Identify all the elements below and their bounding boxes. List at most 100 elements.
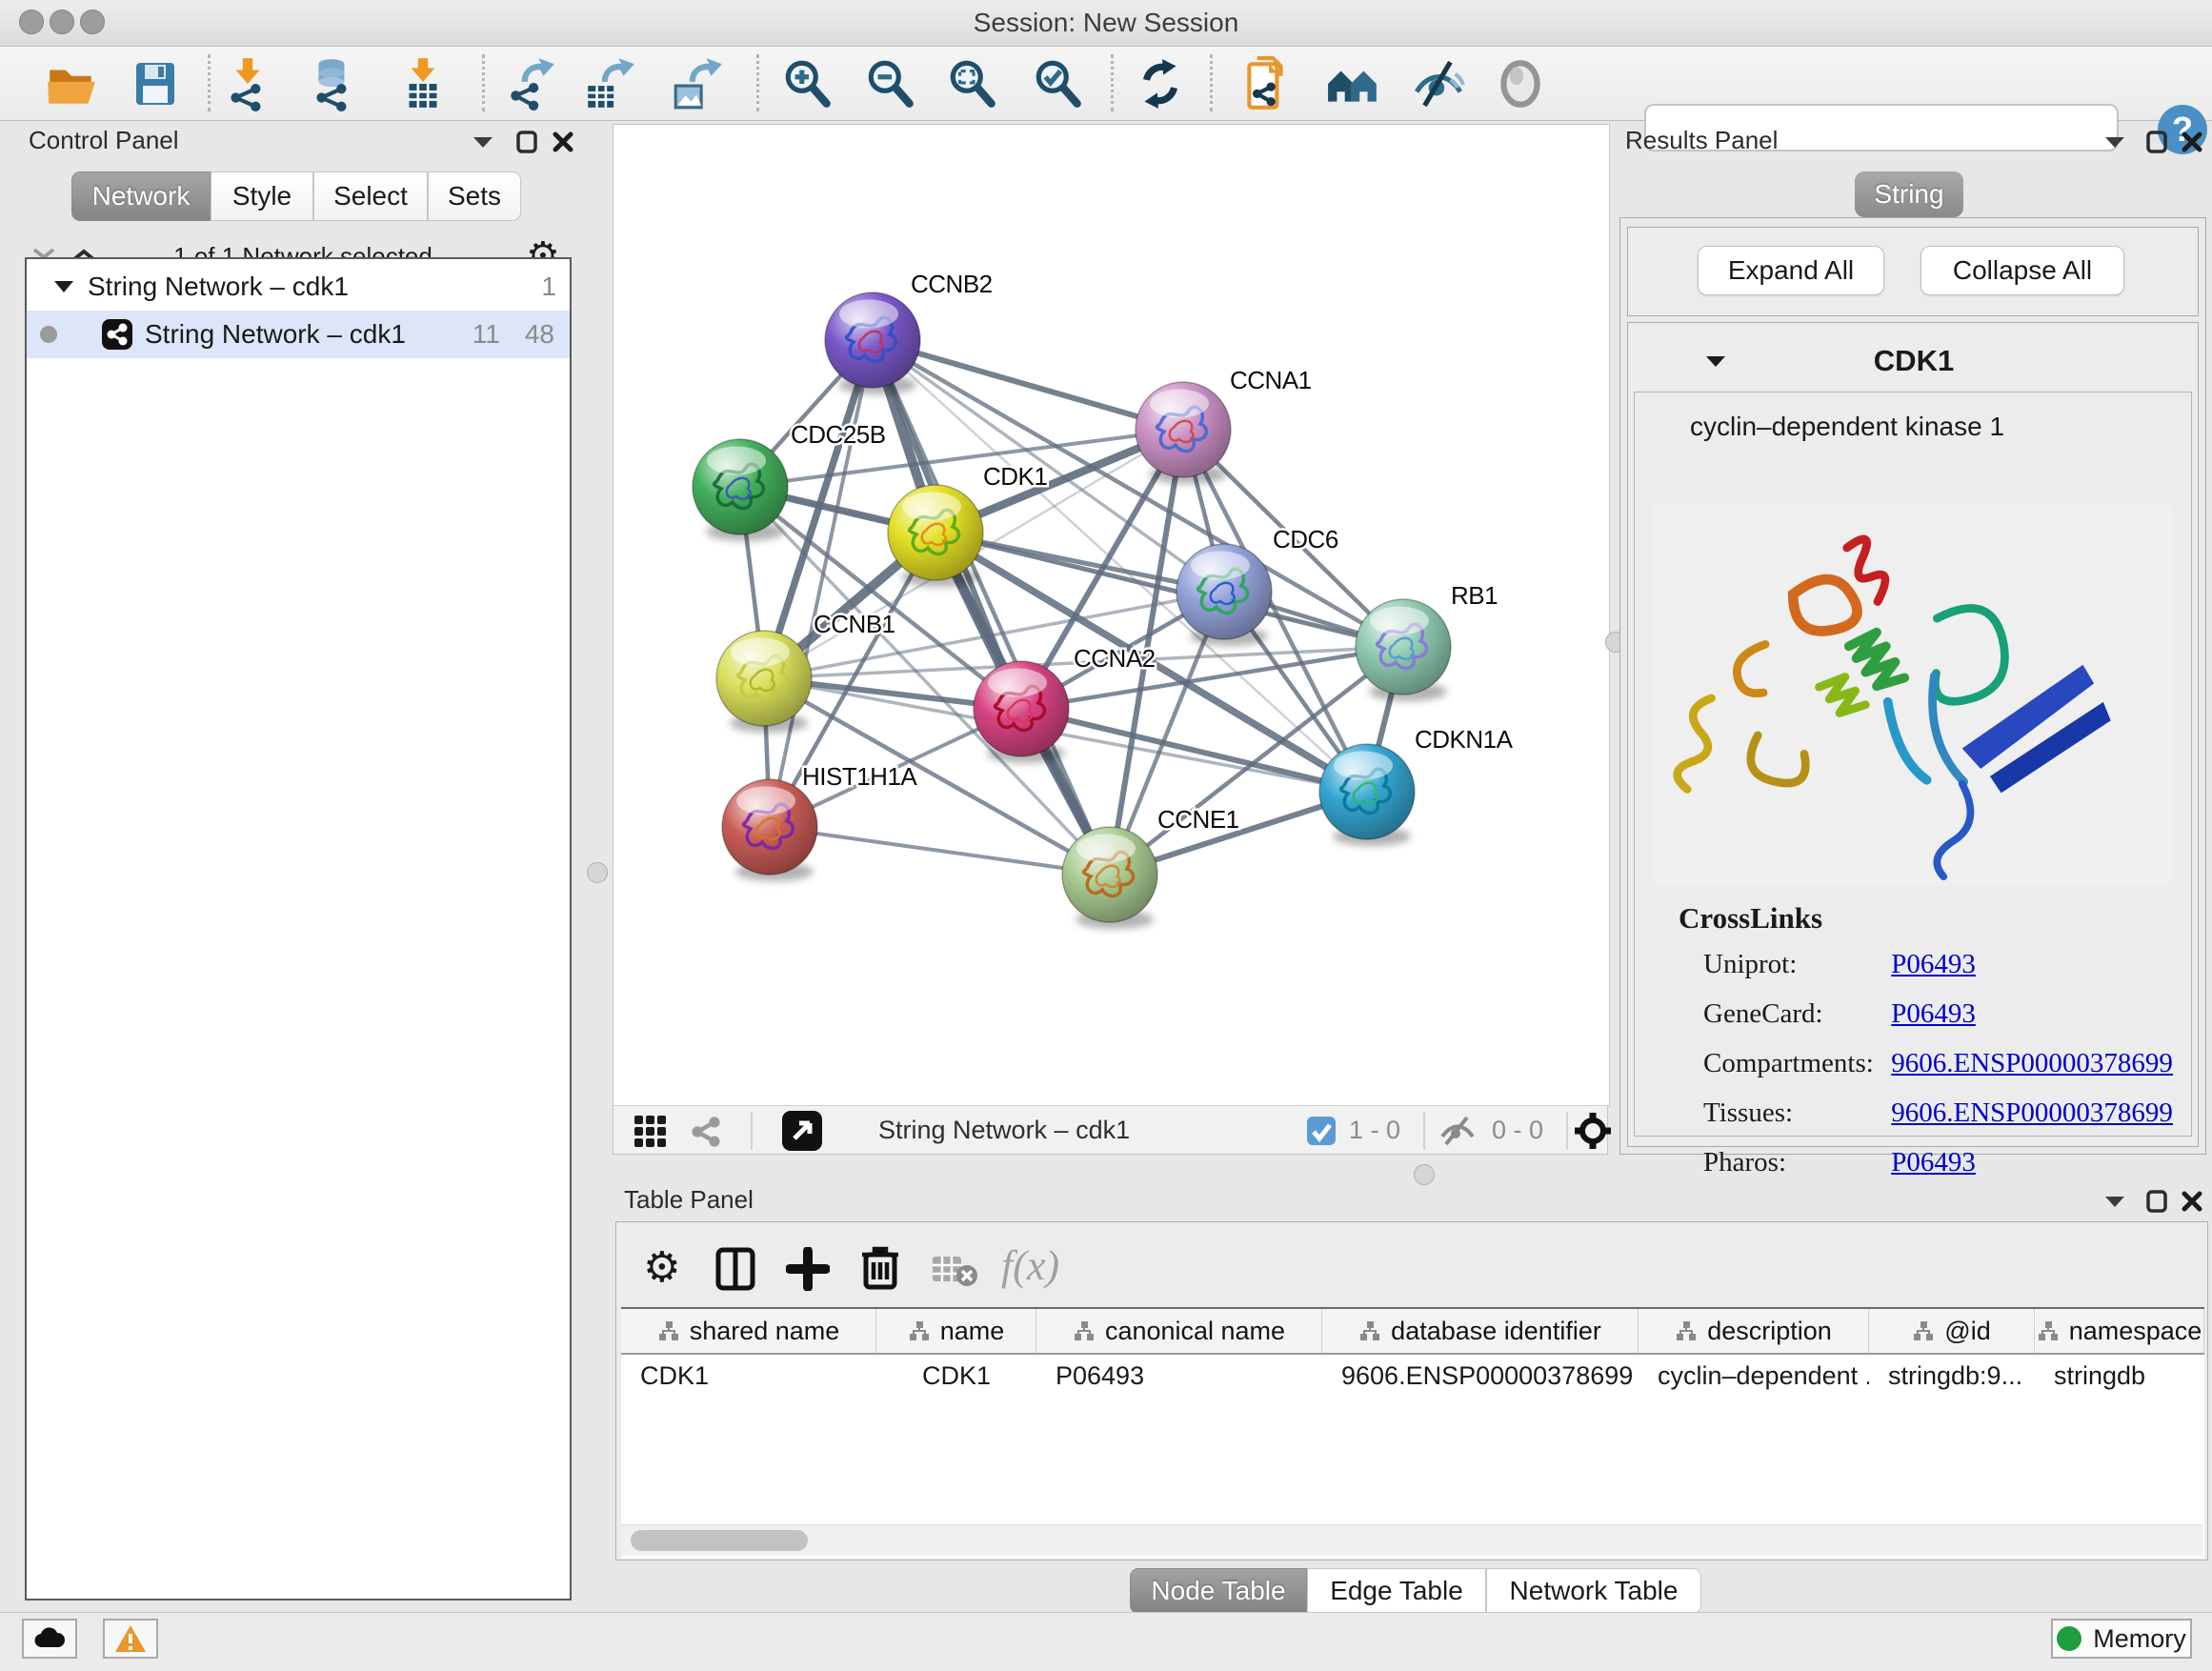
main-toolbar: ? <box>0 47 2212 121</box>
cell-shared-name[interactable]: CDK1 <box>621 1355 876 1397</box>
collapse-all-button[interactable]: Collapse All <box>1920 246 2124 295</box>
crosslink-link[interactable]: P06493 <box>1891 1147 1976 1178</box>
edge-HIST1H1A-CCNE1[interactable] <box>770 827 1110 875</box>
cloud-icon <box>32 1626 67 1651</box>
table-options-gear-icon[interactable]: ⚙ <box>643 1243 680 1292</box>
crosslink-row: Tissues: 9606.ENSP00000378699 <box>1703 1097 2173 1129</box>
network-row[interactable]: String Network – cdk1 11 48 <box>27 311 570 358</box>
tab-select[interactable]: Select <box>313 171 428 221</box>
delete-table-icon[interactable] <box>931 1253 978 1287</box>
zoom-fit-button[interactable] <box>936 54 1009 113</box>
refresh-button[interactable] <box>1124 54 1196 113</box>
birds-eye-view-button[interactable] <box>781 1110 823 1157</box>
crosshair-icon[interactable] <box>1574 1112 1612 1150</box>
cloud-status-button[interactable] <box>22 1619 77 1659</box>
tab-network-table[interactable]: Network Table <box>1486 1568 1701 1614</box>
expand-all-button[interactable]: Expand All <box>1698 246 1884 295</box>
crosslink-link[interactable]: P06493 <box>1891 998 1976 1029</box>
import-network-from-database-button[interactable] <box>297 54 370 113</box>
bottom-splitter-handle[interactable] <box>1414 1164 1435 1185</box>
column-header-namespace[interactable]: namespace <box>2035 1309 2204 1353</box>
node-label-CCNA2: CCNA2 <box>1074 644 1156 673</box>
network-canvas[interactable]: CCNB2CCNA1CDC25BCDK1CDC6RB1CCNB1CCNA2CDK… <box>613 124 1610 1107</box>
add-column-icon[interactable] <box>786 1247 830 1291</box>
function-builder-button[interactable]: f(x) <box>1001 1241 1059 1290</box>
column-header-description[interactable]: description <box>1639 1309 1869 1353</box>
table-panel-float-icon[interactable] <box>2141 1187 2173 1216</box>
tab-network[interactable]: Network <box>71 171 211 221</box>
edge-CCNB2-CCNA1[interactable] <box>873 340 1183 430</box>
node-CCNA1[interactable] <box>1136 382 1231 484</box>
import-network-icon <box>220 56 275 111</box>
network-share-icon[interactable] <box>688 1114 724 1150</box>
warning-status-button[interactable] <box>103 1619 158 1659</box>
zoom-selected-button[interactable] <box>1022 54 1095 113</box>
open-session-button[interactable] <box>35 54 108 113</box>
edge-CCNB2-CCNE1[interactable] <box>873 340 1110 875</box>
cell-database-identifier[interactable]: 9606.ENSP00000378699 <box>1322 1355 1639 1397</box>
network-graph[interactable]: CCNB2CCNA1CDC25BCDK1CDC6RB1CCNB1CCNA2CDK… <box>613 125 1609 1106</box>
show-columns-icon[interactable] <box>715 1247 755 1291</box>
edge-CCNB2-HIST1H1A[interactable] <box>770 340 873 827</box>
column-header-name[interactable]: name <box>876 1309 1036 1353</box>
column-header-canonical-name[interactable]: canonical name <box>1036 1309 1322 1353</box>
hidden-eye-icon[interactable] <box>1438 1116 1477 1146</box>
results-panel-collapse-icon[interactable] <box>2099 128 2131 156</box>
node-CDC25B[interactable] <box>693 439 788 541</box>
column-header--id[interactable]: @id <box>1869 1309 2035 1353</box>
crosslink-link[interactable]: P06493 <box>1891 949 1976 979</box>
node-CDKN1A[interactable] <box>1319 744 1415 846</box>
control-panel-collapse-icon[interactable] <box>467 128 499 156</box>
crosslink-link[interactable]: 9606.ENSP00000378699 <box>1891 1048 2173 1078</box>
memory-button[interactable]: Memory <box>2051 1619 2192 1659</box>
node-CDK1[interactable] <box>888 485 983 587</box>
table-row[interactable]: CDK1CDK1P064939606.ENSP00000378699cyclin… <box>621 1355 2204 1397</box>
node-RB1[interactable] <box>1356 599 1451 701</box>
table-panel-close-icon[interactable] <box>2176 1187 2208 1216</box>
save-session-button[interactable] <box>119 54 191 113</box>
application-window: Session: New Session <box>0 0 2212 1671</box>
import-network-from-file-button[interactable] <box>211 54 284 113</box>
horizontal-scrollbar[interactable] <box>621 1524 2202 1556</box>
crosslink-link[interactable]: 9606.ENSP00000378699 <box>1891 1097 2173 1128</box>
cell-name[interactable]: CDK1 <box>876 1355 1036 1397</box>
export-image-button[interactable] <box>661 54 734 113</box>
scrollbar-thumb[interactable] <box>631 1530 808 1551</box>
column-header-database-identifier[interactable]: database identifier <box>1322 1309 1639 1353</box>
tab-node-table[interactable]: Node Table <box>1130 1568 1307 1614</box>
results-panel-float-icon[interactable] <box>2141 128 2173 156</box>
grid-view-icon[interactable] <box>633 1114 669 1150</box>
export-network-button[interactable] <box>495 54 568 113</box>
import-table-from-file-button[interactable] <box>387 54 459 113</box>
first-neighbors-button[interactable] <box>1317 54 1389 113</box>
show-all-button[interactable] <box>1484 54 1557 113</box>
selected-checkbox-icon[interactable] <box>1306 1116 1337 1146</box>
column-header-shared-name[interactable]: shared name <box>621 1309 876 1353</box>
control-panel-close-icon[interactable] <box>547 128 579 156</box>
import-database-icon <box>306 56 361 111</box>
node-CCNB1[interactable] <box>716 631 812 733</box>
node-HIST1H1A[interactable] <box>722 779 817 881</box>
delete-column-trash-icon[interactable] <box>860 1245 900 1291</box>
results-panel-close-icon[interactable] <box>2176 128 2208 156</box>
zoom-in-button[interactable] <box>772 54 844 113</box>
node-CCNE1[interactable] <box>1062 827 1157 929</box>
tab-style[interactable]: Style <box>211 171 313 221</box>
cell--id[interactable]: stringdb:9... <box>1869 1355 2035 1397</box>
network-collection-row[interactable]: String Network – cdk1 1 <box>27 263 570 311</box>
hide-selection-button[interactable] <box>1402 54 1475 113</box>
tab-edge-table[interactable]: Edge Table <box>1307 1568 1486 1614</box>
control-panel-float-icon[interactable] <box>511 128 543 156</box>
cell-canonical-name[interactable]: P06493 <box>1036 1355 1322 1397</box>
new-network-from-selection-button[interactable] <box>1231 54 1303 113</box>
cell-namespace[interactable]: stringdb <box>2035 1355 2204 1397</box>
left-splitter-handle[interactable] <box>587 862 608 883</box>
tab-string[interactable]: String <box>1855 171 1963 217</box>
tree-expander-icon[interactable] <box>53 279 74 294</box>
tab-sets[interactable]: Sets <box>428 171 521 221</box>
control-panel-title: Control Panel <box>29 126 179 155</box>
cell-description[interactable]: cyclin–dependent ... <box>1639 1355 1869 1397</box>
table-panel-collapse-icon[interactable] <box>2099 1187 2131 1216</box>
export-table-button[interactable] <box>573 54 646 113</box>
zoom-out-button[interactable] <box>855 54 927 113</box>
